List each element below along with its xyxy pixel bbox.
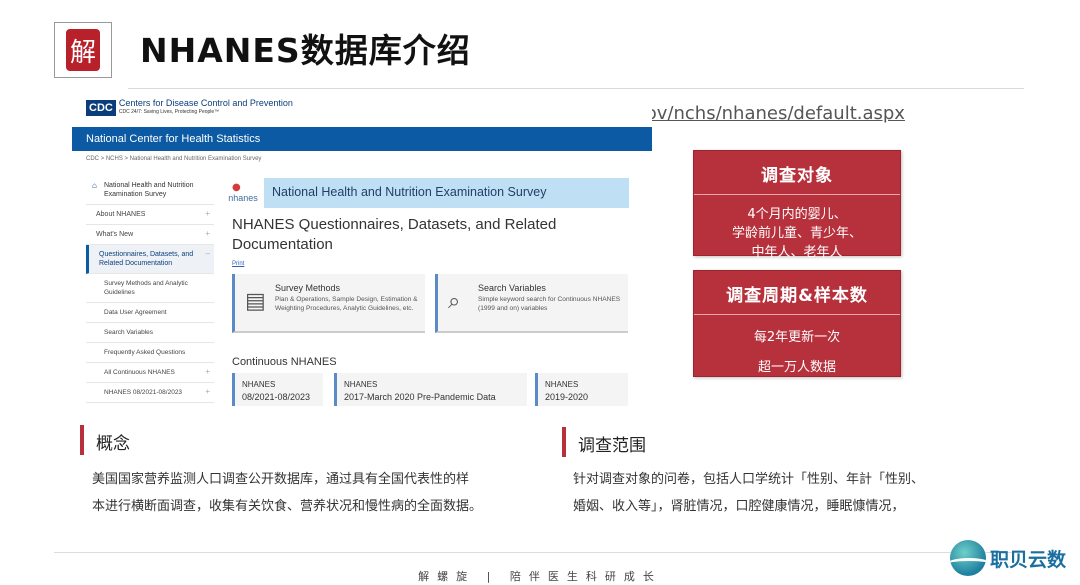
card-title: Survey Methods xyxy=(275,283,341,293)
scope-line: 针对调查对象的问卷，包括人口学统计「性别、年計「性别、 xyxy=(573,472,925,487)
cycle-years: 08/2021-08/2023 xyxy=(242,392,311,402)
sidebar-item-whats-new[interactable]: What's New + xyxy=(86,225,214,245)
search-variables-card[interactable]: ⌕ Search Variables Simple keyword search… xyxy=(435,274,628,333)
scope-body: 针对调查对象的问卷，包括人口学统计「性别、年計「性别、 婚姻、收入等」，肾脏情况… xyxy=(573,466,973,520)
brand-logo: 职贝云数 xyxy=(950,540,1066,576)
banner-title: National Health and Nutrition Examinatio… xyxy=(272,185,547,199)
sidebar-item-label: All Continuous NHANES xyxy=(104,369,175,376)
sidebar-item-questionnaires[interactable]: Questionnaires, Datasets, and Related Do… xyxy=(86,245,214,274)
plus-icon[interactable]: + xyxy=(205,229,210,238)
sidebar-item-label: Frequently Asked Questions xyxy=(104,349,186,356)
home-icon: ⌂ xyxy=(92,181,97,190)
sidebar-item-survey-methods[interactable]: Survey Methods and Analytic Guidelines xyxy=(86,274,214,303)
footer-divider xyxy=(54,552,1024,553)
cycle-label: NHANES xyxy=(242,380,276,389)
sidebar-item-label: Survey Methods and Analytic Guidelines xyxy=(104,280,188,296)
breadcrumb[interactable]: CDC > NCHS > National Health and Nutriti… xyxy=(86,156,261,162)
plus-icon[interactable]: + xyxy=(205,367,210,376)
survey-methods-card[interactable]: ▤ Survey Methods Plan & Operations, Samp… xyxy=(232,274,425,333)
brand-name: 职贝云数 xyxy=(990,548,1067,571)
sidebar-item-data-user-agreement[interactable]: Data User Agreement xyxy=(86,303,214,323)
cycle-years: 2019-2020 xyxy=(545,392,589,402)
cycle-box[interactable]: NHANES 2017-March 2020 Pre-Pandemic Data xyxy=(334,373,527,406)
sidebar-item-nhanes-2021-2023[interactable]: NHANES 08/2021-08/2023 + xyxy=(86,383,214,403)
sidebar-item-all-continuous[interactable]: All Continuous NHANES + xyxy=(86,363,214,383)
cdc-website-screenshot: CDC Centers for Disease Control and Prev… xyxy=(72,94,652,406)
concept-accent-bar xyxy=(80,425,84,455)
sidebar-item-label: Search Variables xyxy=(104,329,154,336)
page-heading: NHANES Questionnaires, Datasets, and Rel… xyxy=(232,216,557,253)
cycle-box[interactable]: NHANES 08/2021-08/2023 xyxy=(232,373,323,406)
sidebar-nav: ⌂ National Health and Nutrition Examinat… xyxy=(86,176,214,403)
cycle-label: NHANES xyxy=(344,380,378,389)
sidebar-item-label: Questionnaires, Datasets, and Related Do… xyxy=(99,251,194,267)
sidebar-item-faq[interactable]: Frequently Asked Questions xyxy=(86,343,214,363)
cycle-label: NHANES xyxy=(545,380,579,389)
plus-icon[interactable]: + xyxy=(205,209,210,218)
nhanes-logo[interactable]: nhanes xyxy=(222,178,264,208)
box-line: 4个月内的婴儿、 xyxy=(747,207,847,222)
box-line: 超一万人数据 xyxy=(757,360,836,375)
box-title: 调查对象 xyxy=(761,166,833,186)
plus-icon[interactable]: + xyxy=(205,387,210,396)
cdc-logo: CDC xyxy=(86,100,116,116)
cycle-box[interactable]: NHANES 2019-2020 xyxy=(535,373,628,406)
cycle-years: 2017-March 2020 Pre-Pandemic Data xyxy=(344,392,496,402)
minus-icon[interactable]: – xyxy=(206,249,210,258)
sidebar-item-label: What's New xyxy=(96,231,134,238)
cdc-name-text: Centers for Disease Control and Preventi… xyxy=(118,98,293,108)
document-icon: ▤ xyxy=(245,288,266,313)
globe-icon xyxy=(950,540,986,576)
survey-subjects-box: 调查对象 4个月内的婴儿、 学龄前儿童、青少年、 中年人、老年人 xyxy=(693,150,901,260)
sidebar-item-label: NHANES 08/2021-08/2023 xyxy=(104,389,183,396)
sidebar-item-home[interactable]: ⌂ National Health and Nutrition Examinat… xyxy=(86,176,214,205)
sidebar-item-label: About NHANES xyxy=(96,211,146,218)
footer-slogan: 解螺旋 | 陪伴医生科研成长 xyxy=(418,570,662,583)
page-title: NHANES数据库介绍 xyxy=(140,31,471,70)
logo-frame: 解 xyxy=(54,22,112,78)
nchs-bar[interactable]: National Center for Health Statistics xyxy=(72,127,652,151)
seal-logo: 解 xyxy=(66,29,100,71)
concept-title: 概念 xyxy=(96,434,130,454)
cdc-header: CDC Centers for Disease Control and Prev… xyxy=(86,99,293,117)
cdc-tagline: CDC 24/7: Saving Lives, Protecting Peopl… xyxy=(118,109,220,115)
search-icon: ⌕ xyxy=(448,288,461,313)
sidebar-item-label: Data User Agreement xyxy=(104,309,167,316)
box-title: 调查周期&样本数 xyxy=(726,286,868,306)
sidebar-item-search-variables[interactable]: Search Variables xyxy=(86,323,214,343)
card-title: Search Variables xyxy=(478,283,546,293)
cdc-name: Centers for Disease Control and Preventi… xyxy=(119,99,293,117)
sidebar-item-label: National Health and Nutrition Examinatio… xyxy=(104,182,194,198)
concept-body: 美国国家营养监测人口调查公开数据库，通过具有全国代表性的样 本进行横断面调查，收… xyxy=(92,466,482,520)
box-line: 每2年更新一次 xyxy=(753,330,841,345)
print-link[interactable]: Print xyxy=(232,261,244,267)
concept-line: 本进行横断面调查，收集有关饮食、营养状况和慢性病的全面数据。 xyxy=(92,499,483,514)
scope-line: 婚姻、收入等」，肾脏情况，口腔健康情况，睡眠慷情况， xyxy=(573,499,905,514)
continuous-heading: Continuous NHANES xyxy=(232,356,337,368)
card-description: Plan & Operations, Sample Design, Estima… xyxy=(275,296,418,312)
survey-cycle-box: 调查周期&样本数 每2年更新一次 超一万人数据 xyxy=(693,270,901,377)
apple-icon: ● xyxy=(232,182,241,193)
card-description: Simple keyword search for Continuous NHA… xyxy=(478,296,621,312)
scope-title: 调查范围 xyxy=(578,436,646,456)
sidebar-item-about[interactable]: About NHANES + xyxy=(86,205,214,225)
concept-line: 美国国家营养监测人口调查公开数据库，通过具有全国代表性的样 xyxy=(92,472,470,487)
box-line: 中年人、老年人 xyxy=(751,245,843,260)
box-line: 学龄前儿童、青少年、 xyxy=(731,226,862,241)
header-divider xyxy=(128,88,1024,89)
scope-accent-bar xyxy=(562,427,566,457)
